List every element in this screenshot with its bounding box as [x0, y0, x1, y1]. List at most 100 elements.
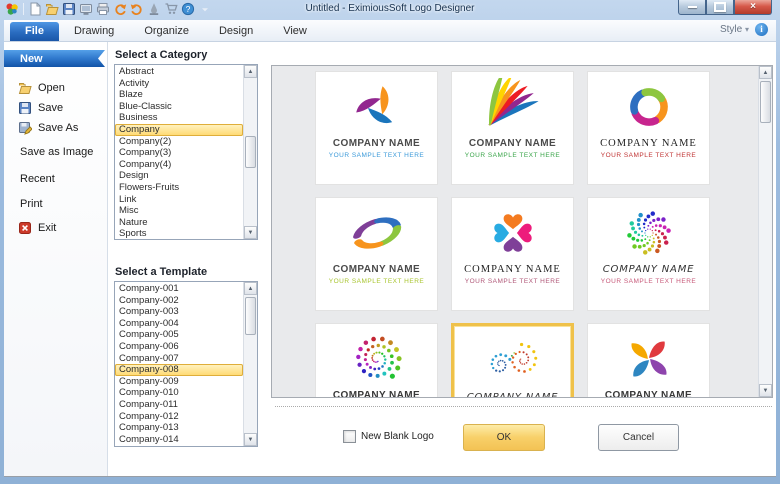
- category-item[interactable]: Blaze: [115, 89, 243, 101]
- template-item[interactable]: Company-012: [115, 411, 243, 423]
- tab-design[interactable]: Design: [204, 22, 268, 41]
- logo-tile[interactable]: COMPANY NAMEYOUR SAMPLE TEXT HERE: [315, 71, 438, 185]
- info-icon[interactable]: i: [755, 23, 768, 36]
- tile-company-name: COMPANY NAME: [452, 138, 573, 149]
- dot-spiral-logo-graphic: [342, 330, 412, 388]
- scrollbar-thumb[interactable]: [245, 136, 256, 168]
- scrollbar-thumb[interactable]: [760, 81, 771, 123]
- template-item[interactable]: Company-008: [115, 364, 243, 376]
- category-item[interactable]: Company(2): [115, 136, 243, 148]
- file-menu-item-save-as[interactable]: Save As: [4, 120, 107, 136]
- category-scrollbar[interactable]: ▲▼: [243, 65, 257, 239]
- category-item[interactable]: Sports: [115, 228, 243, 239]
- tab-file[interactable]: File: [10, 22, 59, 41]
- close-button[interactable]: ×: [734, 0, 772, 15]
- save-as-icon: [18, 121, 33, 135]
- category-item[interactable]: Company: [115, 124, 243, 136]
- logo-tile[interactable]: COMPANY NAMEYOUR SAMPLE TEXT HERE: [315, 197, 438, 311]
- scrollbar-track[interactable]: [244, 295, 257, 433]
- tile-company-name: COMPANY NAME: [316, 390, 437, 397]
- scrollbar-down-icon[interactable]: ▼: [244, 433, 257, 446]
- minimize-button[interactable]: [678, 0, 706, 15]
- template-item[interactable]: Company-002: [115, 295, 243, 307]
- tile-company-name: COMPANY NAME: [588, 138, 709, 149]
- pinwheel-logo-graphic: [614, 330, 684, 388]
- template-heading: Select a Template: [115, 266, 207, 278]
- category-item[interactable]: Design: [115, 170, 243, 182]
- category-item[interactable]: Nature: [115, 217, 243, 229]
- logo-tile[interactable]: COMPANY NAMEYOUR SAMPLE TEXT HERE: [587, 323, 710, 397]
- tile-company-name: COMPANY NAME: [588, 390, 709, 397]
- ok-button[interactable]: OK: [463, 424, 545, 451]
- template-item[interactable]: Company-003: [115, 306, 243, 318]
- new-blank-logo-checkbox[interactable]: New Blank Logo: [343, 430, 434, 443]
- template-item[interactable]: Company-006: [115, 341, 243, 353]
- template-scrollbar[interactable]: ▲▼: [243, 282, 257, 446]
- file-menu-item-label: Save as Image: [20, 146, 93, 158]
- template-item[interactable]: Company-009: [115, 376, 243, 388]
- category-item[interactable]: Link: [115, 194, 243, 206]
- file-menu-item-print[interactable]: Print: [4, 196, 107, 212]
- logo-tile[interactable]: COMPANY NAMEYOUR SAMPLE TEXT HERE: [451, 197, 574, 311]
- file-menu-item-label: Recent: [20, 173, 55, 185]
- scrollbar-down-icon[interactable]: ▼: [759, 384, 772, 397]
- category-item[interactable]: Activity: [115, 78, 243, 90]
- dot-curl-logo-graphic: [478, 332, 548, 390]
- file-menu-item-open[interactable]: Open: [4, 80, 107, 96]
- logo-tile[interactable]: COMPANY NAMEYOUR SAMPLE TEXT HERE: [587, 71, 710, 185]
- wing-logo-graphic: [478, 78, 548, 136]
- template-item[interactable]: Company-004: [115, 318, 243, 330]
- tile-company-name: COMPANY NAME: [454, 392, 571, 397]
- template-preview-panel: COMPANY NAME YOUR SAMPLE TEXT HERE COMPANY…: [271, 65, 773, 398]
- category-item[interactable]: Flowers-Fruits: [115, 182, 243, 194]
- scrollbar-up-icon[interactable]: ▲: [244, 282, 257, 295]
- cancel-button[interactable]: Cancel: [598, 424, 679, 451]
- category-item[interactable]: Business: [115, 112, 243, 124]
- tile-company-name: COMPANY NAME: [316, 264, 437, 275]
- template-item[interactable]: Company-005: [115, 329, 243, 341]
- file-menu-item-recent[interactable]: Recent: [4, 171, 107, 187]
- checkbox-box[interactable]: [343, 430, 356, 443]
- style-dropdown[interactable]: Style ▾: [720, 24, 749, 35]
- template-item[interactable]: Company-014: [115, 434, 243, 446]
- template-grid: COMPANY NAME YOUR SAMPLE TEXT HERE COMPANY…: [272, 66, 757, 397]
- file-menu-item-save-as-image[interactable]: Save as Image: [4, 144, 107, 160]
- template-item[interactable]: Company-007: [115, 353, 243, 365]
- file-menu-item-label: Save As: [38, 122, 78, 134]
- category-item[interactable]: Company(4): [115, 159, 243, 171]
- separator-line: [275, 406, 772, 407]
- maximize-button[interactable]: [706, 0, 734, 15]
- tab-view[interactable]: View: [268, 22, 322, 41]
- file-menu-item-label: New: [20, 53, 43, 65]
- template-item[interactable]: Company-013: [115, 422, 243, 434]
- category-item[interactable]: Misc: [115, 205, 243, 217]
- selection-panel: Select a Category AbstractActivityBlazeB…: [108, 42, 265, 476]
- tile-tagline: YOUR SAMPLE TEXT HERE: [452, 152, 573, 159]
- logo-tile[interactable]: COMPANY NAMEYOUR SAMPLE TEXT HERE: [315, 323, 438, 397]
- category-item[interactable]: Abstract: [115, 66, 243, 78]
- scrollbar-track[interactable]: [244, 78, 257, 226]
- logo-tile[interactable]: COMPANY NAMEYOUR SAMPLE TEXT HERE: [587, 197, 710, 311]
- template-item[interactable]: Company-010: [115, 387, 243, 399]
- file-menu-item-new[interactable]: New: [4, 50, 105, 67]
- file-menu-item-exit[interactable]: Exit: [4, 220, 107, 236]
- preview-scrollbar[interactable]: ▲▼: [758, 66, 772, 397]
- app-window: ? Untitled - EximiousSoft Logo Designer …: [0, 0, 780, 484]
- template-item[interactable]: Company-011: [115, 399, 243, 411]
- tile-company-name: COMPANY NAME: [316, 138, 437, 149]
- template-item[interactable]: Company-015: [115, 445, 243, 446]
- scrollbar-down-icon[interactable]: ▼: [244, 226, 257, 239]
- category-item[interactable]: Blue-Classic: [115, 101, 243, 113]
- scrollbar-up-icon[interactable]: ▲: [244, 65, 257, 78]
- scrollbar-thumb[interactable]: [245, 297, 256, 335]
- template-listbox: Company-001Company-002Company-003Company…: [114, 281, 258, 447]
- tab-organize[interactable]: Organize: [129, 22, 204, 41]
- tab-drawing[interactable]: Drawing: [59, 22, 129, 41]
- logo-tile[interactable]: COMPANY NAME YOUR SAMPLE TEXT HERE: [451, 71, 574, 185]
- template-item[interactable]: Company-001: [115, 283, 243, 295]
- scrollbar-up-icon[interactable]: ▲: [759, 66, 772, 79]
- scrollbar-track[interactable]: [759, 79, 772, 384]
- logo-tile-selected[interactable]: COMPANY NAMEYOUR SAMPLE TEXT HERE: [451, 323, 574, 397]
- category-item[interactable]: Company(3): [115, 147, 243, 159]
- file-menu-item-save[interactable]: Save: [4, 100, 107, 116]
